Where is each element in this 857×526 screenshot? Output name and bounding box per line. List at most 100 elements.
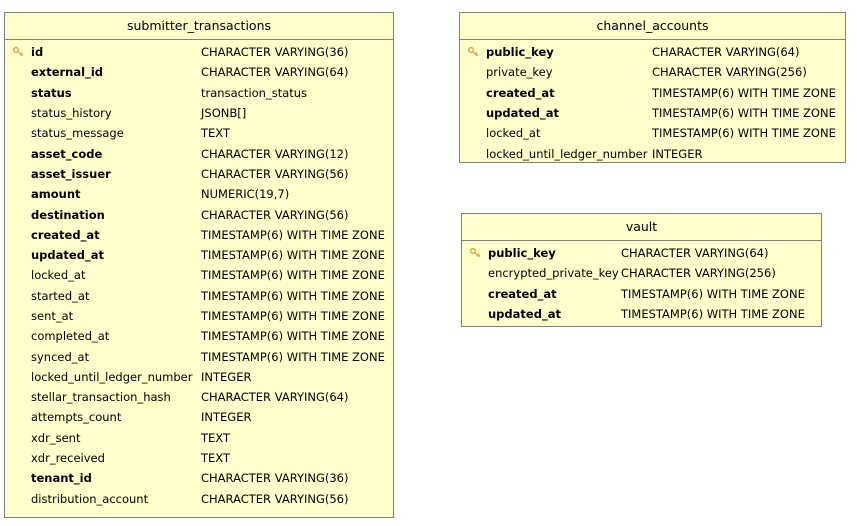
attribute-row[interactable]: external_id CHARACTER VARYING(64) [5, 62, 393, 82]
attribute-name: started_at [31, 288, 90, 303]
attribute-row[interactable]: synced_at TIMESTAMP(6) WITH TIME ZONE [5, 346, 393, 366]
attribute-row[interactable]: status transaction_status [5, 83, 393, 103]
attribute-row[interactable]: locked_until_ledger_number INTEGER [460, 143, 845, 163]
attribute-key-spacer [5, 286, 31, 306]
attribute-type: CHARACTER VARYING(56) [201, 207, 349, 222]
attribute-name: distribution_account [31, 491, 149, 506]
attribute-type: TIMESTAMP(6) WITH TIME ZONE [652, 106, 836, 121]
attribute-row[interactable]: started_at TIMESTAMP(6) WITH TIME ZONE [5, 286, 393, 306]
attribute-key-spacer [5, 204, 31, 224]
attribute-row[interactable]: updated_at TIMESTAMP(6) WITH TIME ZONE [460, 103, 845, 123]
attribute-name: xdr_sent [31, 430, 81, 445]
attribute-key-spacer [5, 428, 31, 448]
attribute-row[interactable]: locked_at TIMESTAMP(6) WITH TIME ZONE [460, 123, 845, 143]
attribute-name: created_at [31, 227, 100, 242]
attribute-name: xdr_received [31, 451, 105, 466]
attribute-type: TIMESTAMP(6) WITH TIME ZONE [201, 268, 385, 283]
attribute-type: CHARACTER VARYING(256) [621, 266, 776, 281]
attribute-row[interactable]: xdr_received TEXT [5, 448, 393, 468]
attribute-key-spacer [462, 284, 488, 304]
entity-channel-accounts[interactable]: channel_accounts public_key CHARACTER VAR… [459, 12, 846, 163]
attribute-row[interactable]: completed_at TIMESTAMP(6) WITH TIME ZONE [5, 326, 393, 346]
attribute-type: INTEGER [652, 146, 703, 161]
attribute-name: updated_at [486, 106, 559, 121]
attribute-row[interactable]: xdr_sent TEXT [5, 428, 393, 448]
attribute-name: locked_until_ledger_number [486, 146, 648, 161]
attribute-row[interactable]: asset_issuer CHARACTER VARYING(56) [5, 164, 393, 184]
attribute-row[interactable]: id CHARACTER VARYING(36) [5, 42, 393, 62]
attribute-row[interactable]: destination CHARACTER VARYING(56) [5, 204, 393, 224]
attribute-name: locked_until_ledger_number [31, 369, 193, 384]
entity-submitter-transactions[interactable]: submitter_transactions id CHARACTER VARYI… [4, 12, 394, 518]
attribute-key-spacer [462, 263, 488, 283]
attribute-name: status [31, 85, 72, 100]
attribute-row[interactable]: tenant_id CHARACTER VARYING(36) [5, 468, 393, 488]
attribute-row[interactable]: status_message TEXT [5, 123, 393, 143]
attribute-row[interactable]: attempts_count INTEGER [5, 407, 393, 427]
attribute-row[interactable]: sent_at TIMESTAMP(6) WITH TIME ZONE [5, 306, 393, 326]
attribute-type: CHARACTER VARYING(64) [652, 45, 800, 60]
attribute-name: locked_at [486, 126, 541, 141]
attribute-key-spacer [462, 304, 488, 324]
attribute-name: public_key [486, 45, 554, 60]
attribute-row[interactable]: updated_at TIMESTAMP(6) WITH TIME ZONE [5, 245, 393, 265]
attribute-type: TEXT [201, 430, 230, 445]
attribute-key-spacer [460, 143, 486, 163]
entity-title: channel_accounts [460, 13, 845, 40]
attribute-row[interactable]: amount NUMERIC(19,7) [5, 184, 393, 204]
attribute-type: TIMESTAMP(6) WITH TIME ZONE [201, 329, 385, 344]
attribute-key-spacer [5, 103, 31, 123]
attribute-name: locked_at [31, 268, 86, 283]
attribute-type: INTEGER [201, 369, 252, 384]
attribute-row[interactable]: public_key CHARACTER VARYING(64) [462, 243, 821, 263]
key-icon [460, 42, 486, 62]
attribute-name: stellar_transaction_hash [31, 390, 171, 405]
attribute-key-spacer [5, 387, 31, 407]
attribute-type: TIMESTAMP(6) WITH TIME ZONE [201, 309, 385, 323]
attribute-key-spacer [5, 326, 31, 346]
attribute-key-spacer [5, 306, 31, 326]
attribute-row[interactable]: stellar_transaction_hash CHARACTER VARYIN… [5, 387, 393, 407]
attribute-name: encrypted_private_key [488, 266, 619, 281]
attribute-type: CHARACTER VARYING(56) [201, 166, 349, 181]
attribute-row[interactable]: created_at TIMESTAMP(6) WITH TIME ZONE [460, 83, 845, 103]
entity-title: submitter_transactions [5, 13, 393, 40]
attribute-name: status_message [31, 126, 124, 141]
attribute-row[interactable]: public_key CHARACTER VARYING(64) [460, 42, 845, 62]
attribute-type: TIMESTAMP(6) WITH TIME ZONE [201, 349, 385, 364]
attribute-row[interactable]: encrypted_private_key CHARACTER VARYING(2… [462, 263, 821, 283]
attribute-type: NUMERIC(19,7) [201, 187, 290, 202]
attribute-row[interactable]: created_at TIMESTAMP(6) WITH TIME ZONE [462, 284, 821, 304]
attribute-type: TEXT [201, 451, 230, 466]
attribute-name: attempts_count [31, 410, 122, 425]
attribute-type: TEXT [201, 126, 230, 141]
attribute-name: amount [31, 187, 81, 202]
attribute-row[interactable]: locked_until_ledger_number INTEGER [5, 367, 393, 387]
entity-attribute-list: public_key CHARACTER VARYING(64) encrypted… [462, 241, 821, 328]
entity-title: vault [462, 214, 821, 241]
attribute-row[interactable]: created_at TIMESTAMP(6) WITH TIME ZONE [5, 225, 393, 245]
attribute-row[interactable]: locked_at TIMESTAMP(6) WITH TIME ZONE [5, 265, 393, 285]
attribute-row[interactable]: distribution_account CHARACTER VARYING(56… [5, 489, 393, 509]
attribute-key-spacer [5, 164, 31, 184]
attribute-type: TIMESTAMP(6) WITH TIME ZONE [201, 288, 385, 303]
attribute-key-spacer [5, 225, 31, 245]
attribute-name: external_id [31, 65, 103, 80]
attribute-name: tenant_id [31, 471, 92, 486]
attribute-type: TIMESTAMP(6) WITH TIME ZONE [652, 126, 836, 141]
attribute-type: CHARACTER VARYING(56) [201, 491, 349, 506]
attribute-row[interactable]: updated_at TIMESTAMP(6) WITH TIME ZONE [462, 304, 821, 324]
attribute-type: CHARACTER VARYING(64) [201, 65, 349, 80]
attribute-row[interactable]: status_history JSONB[] [5, 103, 393, 123]
attribute-key-spacer [460, 62, 486, 82]
attribute-key-spacer [5, 123, 31, 143]
attribute-row[interactable]: private_key CHARACTER VARYING(256) [460, 62, 845, 82]
attribute-name: asset_code [31, 146, 103, 161]
entity-attribute-list: id CHARACTER VARYING(36) external_id CHARAC… [5, 40, 393, 513]
entity-vault[interactable]: vault public_key CHARACTER VARYING(64) enc… [461, 213, 822, 327]
attribute-type: TIMESTAMP(6) WITH TIME ZONE [621, 307, 805, 322]
attribute-name: asset_issuer [31, 166, 111, 181]
attribute-key-spacer [460, 103, 486, 123]
attribute-type: CHARACTER VARYING(36) [201, 471, 349, 486]
attribute-row[interactable]: asset_code CHARACTER VARYING(12) [5, 143, 393, 163]
